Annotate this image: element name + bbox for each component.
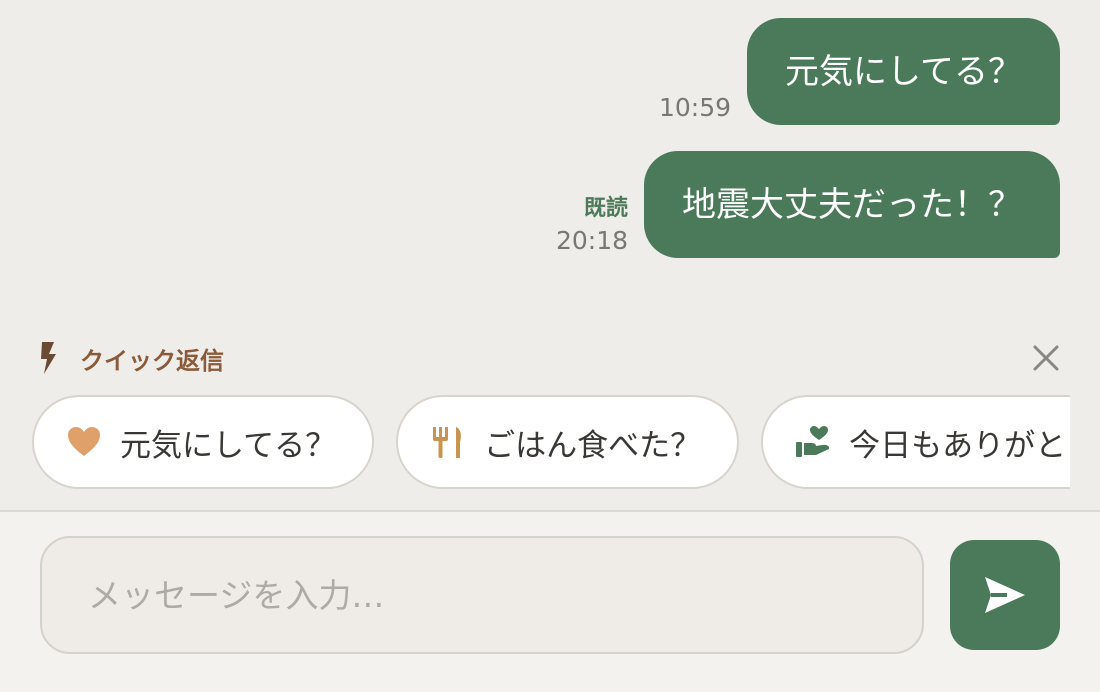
message-bubble[interactable]: 地震大丈夫だった！？ [644,151,1060,258]
hand-heart-icon [796,426,830,457]
message-bubble[interactable]: 元気にしてる？ [747,18,1060,125]
quick-reply-header: クイック返信 [36,336,1064,380]
send-button[interactable] [950,540,1060,650]
chip-label: ごはん食べた？ [484,427,702,464]
send-icon [985,577,1025,613]
chat-screen: 10:59 元気にしてる？ 既読 20:18 地震大丈夫だった！？ クイック返信 [0,0,1100,692]
quick-reply-chip[interactable]: 今日もありがとう [761,395,1070,489]
message-row: 既読 20:18 地震大丈夫だった！？ [556,151,1060,258]
fork-knife-icon [433,427,462,458]
bolt-icon [41,342,56,374]
message-meta: 既読 20:18 [556,194,628,258]
quick-reply-scroller[interactable]: 元気にしてる？ ごはん食べた？ 今日もありがと [30,393,1070,493]
quick-reply-chip[interactable]: 元気にしてる？ [32,395,375,489]
chip-label: 今日もありがとう [849,427,1070,464]
quick-reply-title: クイック返信 [80,346,224,375]
quick-reply-chip[interactable]: ごはん食べた？ [396,395,740,489]
close-icon[interactable] [1028,340,1064,376]
quick-reply-chips: 元気にしてる？ ごはん食べた？ 今日もありがと [30,393,1070,489]
message-meta: 10:59 [659,91,731,125]
heart-icon [68,427,100,456]
message-row: 10:59 元気にしてる？ [659,18,1060,125]
message-time: 10:59 [658,93,732,122]
message-input[interactable] [40,536,924,654]
chip-label: 元気にしてる？ [120,427,337,464]
composer-bar [0,510,1100,692]
message-time: 20:18 [555,226,628,255]
read-receipt: 既読 [583,196,628,221]
message-list: 10:59 元気にしてる？ 既読 20:18 地震大丈夫だった！？ [0,0,1100,320]
